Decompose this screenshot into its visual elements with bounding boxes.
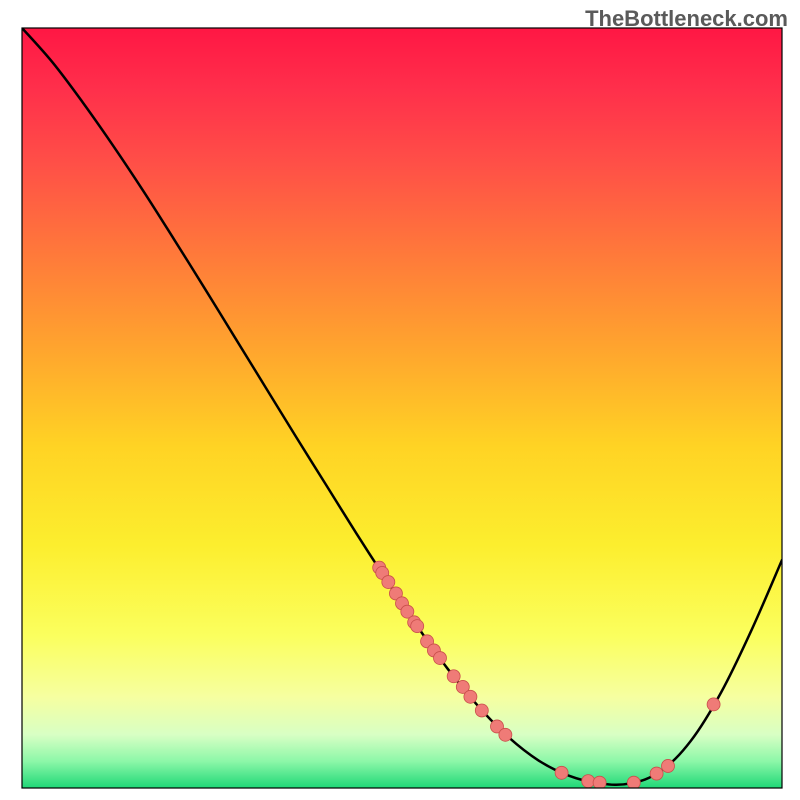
marker-10 — [434, 652, 447, 665]
marker-13 — [464, 690, 477, 703]
marker-20 — [627, 776, 640, 789]
marker-23 — [707, 698, 720, 711]
marker-16 — [499, 728, 512, 741]
plot-background — [22, 28, 782, 788]
watermark-label: TheBottleneck.com — [585, 6, 788, 32]
marker-18 — [582, 775, 595, 788]
marker-2 — [382, 576, 395, 589]
bottleneck-chart — [0, 0, 800, 800]
marker-22 — [662, 759, 675, 772]
marker-14 — [475, 704, 488, 717]
marker-17 — [555, 766, 568, 779]
marker-21 — [650, 767, 663, 780]
marker-11 — [447, 670, 460, 683]
marker-7 — [411, 620, 424, 633]
marker-19 — [593, 776, 606, 789]
chart-container: TheBottleneck.com — [0, 0, 800, 800]
